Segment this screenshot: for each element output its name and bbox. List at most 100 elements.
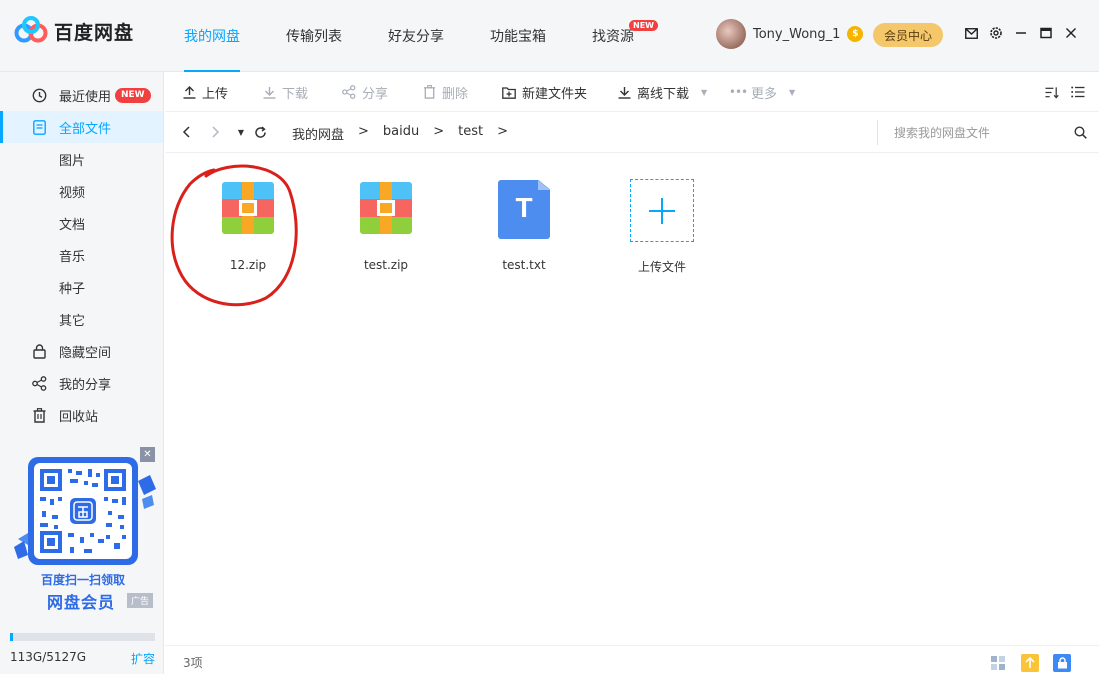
file-item-test-zip[interactable]: test.zip: [326, 178, 446, 272]
new-badge: NEW: [115, 87, 151, 103]
tab-label: 我的网盘: [184, 29, 240, 45]
sidebar-item-recent[interactable]: 最近使用 NEW: [0, 79, 163, 111]
more-label: 更多: [751, 86, 778, 102]
tab-label: 功能宝箱: [490, 29, 546, 45]
tab-find-resources[interactable]: 找资源 NEW: [578, 0, 658, 72]
new-folder-icon: [502, 85, 516, 99]
file-name: 上传文件: [637, 260, 686, 274]
sidebar-item-label: 我的分享: [59, 377, 112, 393]
list-view-button[interactable]: [1071, 72, 1091, 112]
zip-file-icon: [220, 178, 276, 242]
sort-button[interactable]: [1045, 72, 1065, 112]
sidebar-item-torrents[interactable]: 种子: [0, 271, 163, 303]
upload-file-tile[interactable]: 上传文件: [602, 178, 722, 275]
download-button[interactable]: 下载: [262, 72, 308, 112]
username[interactable]: Tony_Wong_1: [753, 27, 840, 42]
tab-toolbox[interactable]: 功能宝箱: [476, 0, 560, 72]
file-item-12-zip[interactable]: 12.zip: [188, 178, 308, 272]
share-button[interactable]: 分享: [342, 72, 388, 112]
new-folder-label: 新建文件夹: [522, 86, 588, 102]
delete-label: 删除: [442, 86, 469, 102]
sidebar-item-my-shares[interactable]: 我的分享: [0, 367, 163, 399]
more-button[interactable]: ••• 更多 ▼: [729, 72, 795, 112]
top-bar: 百度网盘 我的网盘 传输列表 好友分享 功能宝箱 找资源 NEW Tony_Won…: [0, 0, 1099, 72]
item-count: 3项: [183, 656, 203, 670]
trash-icon: [31, 407, 47, 423]
sidebar-item-label: 视频: [59, 185, 86, 201]
delete-button[interactable]: 删除: [422, 72, 468, 112]
sidebar-item-label: 文档: [59, 217, 86, 233]
breadcrumb-item[interactable]: 我的网盘: [292, 124, 344, 143]
sidebar-item-label: 最近使用: [59, 89, 112, 105]
share-icon: [31, 375, 47, 391]
search-input[interactable]: [894, 125, 1064, 140]
storage-usage-fill: [10, 633, 14, 641]
plus-icon: [630, 179, 694, 242]
promo-text: 百度扫一扫领取: [40, 573, 125, 587]
offline-download-button[interactable]: 离线下载 ▼: [617, 72, 707, 112]
close-promo-icon[interactable]: ✕: [140, 447, 155, 462]
expand-storage-link[interactable]: 扩容: [131, 650, 155, 667]
tab-transfer-list[interactable]: 传输列表: [272, 0, 356, 72]
file-name: test.txt: [502, 258, 546, 272]
upload-transfer-icon[interactable]: [1021, 654, 1039, 672]
breadcrumb-item[interactable]: baidu: [383, 124, 419, 143]
tab-label: 传输列表: [286, 29, 342, 45]
sidebar-item-label: 音乐: [59, 249, 86, 265]
qr-code: [28, 457, 138, 565]
grid-view-icon[interactable]: [989, 654, 1007, 672]
minimize-icon[interactable]: [1014, 26, 1028, 40]
file-item-test-txt[interactable]: T test.txt: [464, 178, 584, 272]
gear-icon[interactable]: [989, 26, 1003, 40]
avatar[interactable]: [716, 19, 746, 49]
sidebar-item-label: 其它: [59, 313, 86, 329]
upload-icon: [182, 85, 196, 99]
close-icon[interactable]: [1064, 26, 1078, 40]
back-icon[interactable]: [179, 125, 193, 139]
sidebar-item-music[interactable]: 音乐: [0, 239, 163, 271]
share-label: 分享: [362, 86, 389, 102]
tab-friend-share[interactable]: 好友分享: [374, 0, 458, 72]
sidebar-item-documents[interactable]: 文档: [0, 207, 163, 239]
ad-badge: 广告: [127, 593, 154, 608]
sidebar-item-label: 图片: [59, 153, 86, 169]
lock-icon: [31, 343, 47, 359]
document-icon: [31, 119, 47, 135]
tab-label: 好友分享: [388, 29, 444, 45]
main-nav: 我的网盘 传输列表 好友分享 功能宝箱 找资源 NEW: [170, 0, 666, 72]
tab-label: 找资源: [592, 29, 634, 45]
sidebar: 最近使用 NEW 全部文件 图片 视频 文档 音乐 种子 其它 隐藏空间 我的分…: [0, 72, 164, 674]
storage-usage-text: 113G/5127G: [10, 650, 87, 664]
text-file-icon: T: [496, 178, 552, 242]
forward-icon[interactable]: [209, 125, 223, 139]
vip-center-button[interactable]: 会员中心: [873, 23, 943, 47]
coin-icon[interactable]: $: [847, 26, 864, 42]
promo-title: 网盘会员: [47, 593, 116, 612]
sidebar-item-recycle-bin[interactable]: 回收站: [0, 399, 163, 431]
chevron-down-icon[interactable]: ▼: [701, 88, 707, 97]
history-dropdown-icon[interactable]: ▼: [234, 125, 248, 139]
sidebar-item-other[interactable]: 其它: [0, 303, 163, 335]
breadcrumb-separator: >: [433, 124, 445, 139]
sidebar-item-videos[interactable]: 视频: [0, 175, 163, 207]
mail-icon[interactable]: [964, 26, 978, 40]
refresh-icon[interactable]: [253, 125, 267, 139]
breadcrumb-item[interactable]: test: [458, 124, 483, 143]
sidebar-item-all-files[interactable]: 全部文件: [0, 111, 163, 143]
sidebar-item-images[interactable]: 图片: [0, 143, 163, 175]
user-profile[interactable]: Tony_Wong_1 $: [716, 19, 864, 49]
sidebar-item-hidden-space[interactable]: 隐藏空间: [0, 335, 163, 367]
file-name: test.zip: [363, 258, 409, 272]
breadcrumb-separator: >: [358, 124, 369, 139]
upload-tile: [630, 178, 694, 242]
tab-my-netdisk[interactable]: 我的网盘: [170, 0, 254, 72]
app-logo[interactable]: 百度网盘: [14, 16, 134, 46]
baidu-netdisk-logo-icon: [14, 16, 48, 46]
new-folder-button[interactable]: 新建文件夹: [502, 72, 587, 112]
lock-icon[interactable]: [1053, 654, 1071, 672]
chevron-down-icon[interactable]: ▼: [789, 88, 795, 97]
vip-promo-banner[interactable]: ✕ 百度扫一扫领取 网盘会员 广告: [10, 447, 156, 617]
upload-button[interactable]: 上传: [182, 72, 228, 112]
maximize-icon[interactable]: [1039, 26, 1053, 40]
search-icon[interactable]: [1074, 126, 1087, 139]
